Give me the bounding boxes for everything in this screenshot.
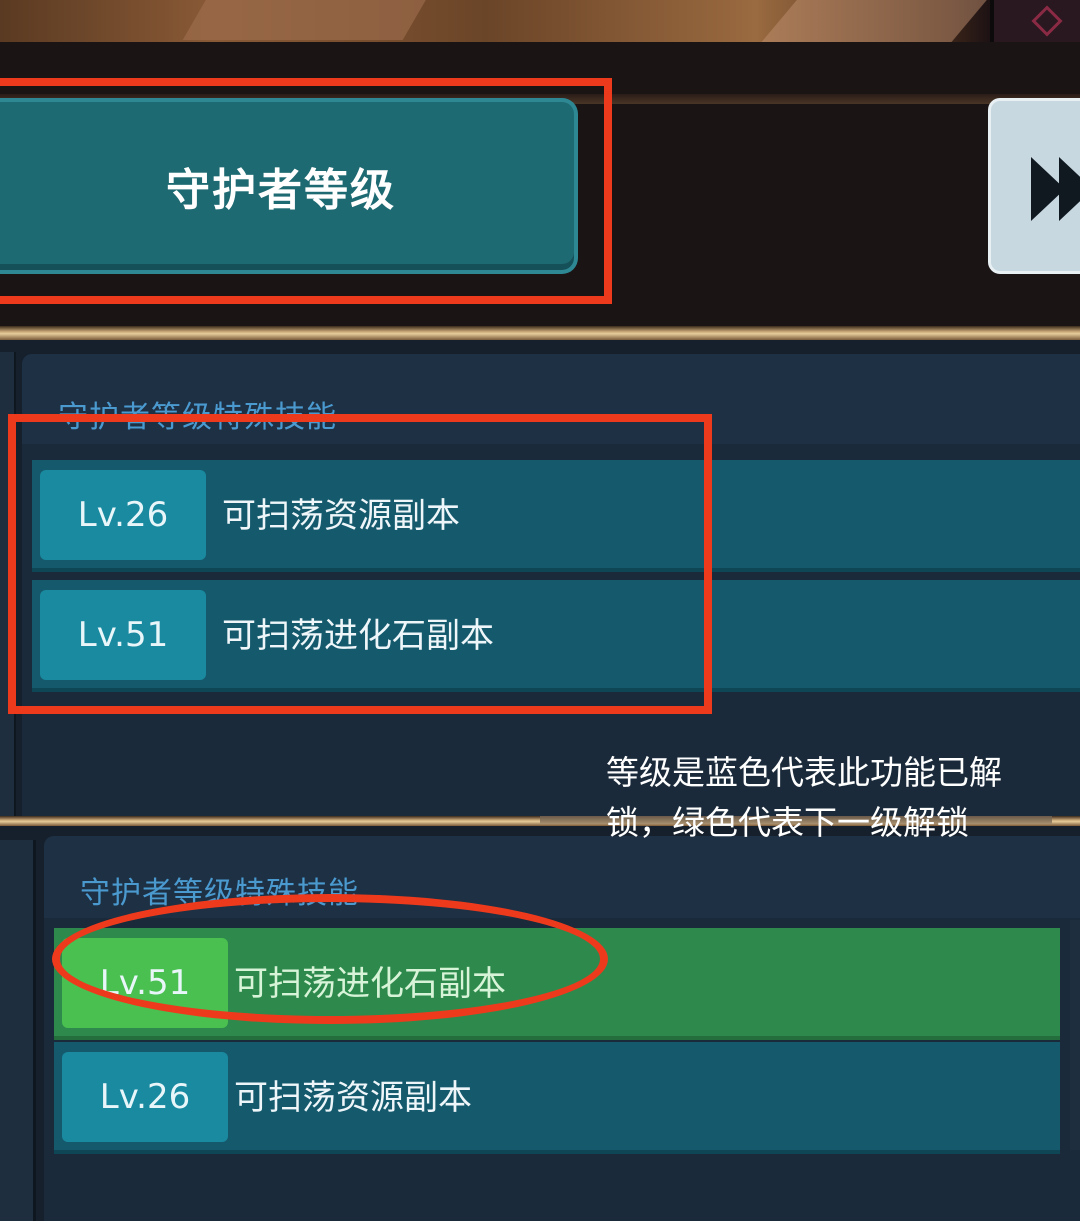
highlight-box: [8, 414, 712, 714]
diamond-icon: [1031, 5, 1063, 37]
level-badge: Lv.26: [62, 1052, 228, 1142]
scrollbar[interactable]: [1070, 920, 1080, 1150]
skip-button[interactable]: [988, 98, 1080, 274]
skill-description: 可扫荡资源副本: [234, 1078, 472, 1118]
skill-row[interactable]: Lv.26 可扫荡资源副本: [54, 1042, 1060, 1154]
skills-card: 守护者等级特殊技能 Lv.51 可扫荡进化石副本 Lv.26 可扫荡资源副本: [44, 836, 1080, 1221]
annotation-note: 等级是蓝色代表此功能已解锁，绿色代表下一级解锁: [606, 753, 1002, 842]
corner-frame: [990, 0, 1080, 42]
divider: [0, 326, 1080, 340]
highlight-ellipse: [52, 894, 608, 1024]
skills-panel-bottom: 守护者等级特殊技能 Lv.51 可扫荡进化石副本 Lv.26 可扫荡资源副本: [0, 826, 1080, 1221]
top-banner-image: [0, 0, 1080, 42]
highlight-box: [0, 78, 612, 304]
